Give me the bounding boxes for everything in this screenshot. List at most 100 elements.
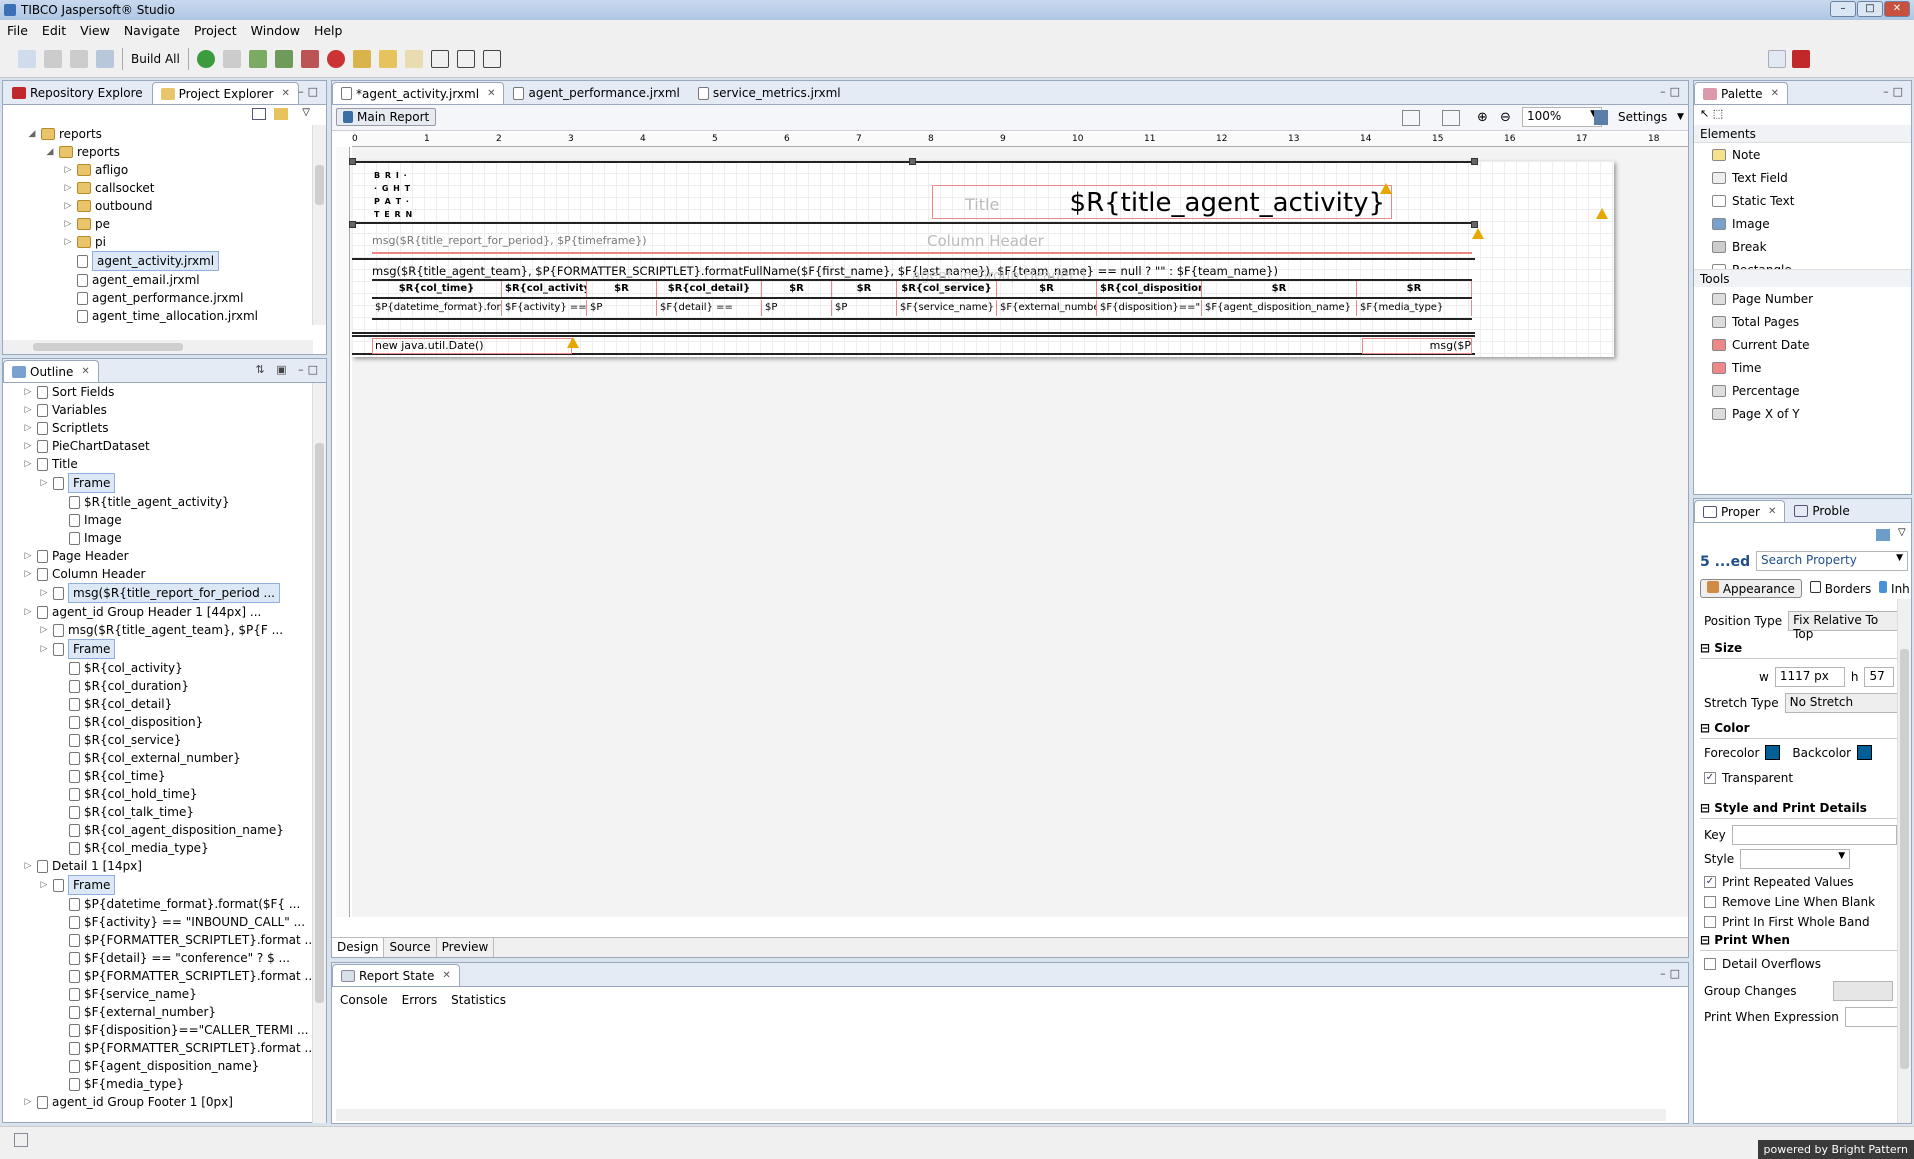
expand-icon[interactable]: ▷ [23, 383, 33, 401]
header-cell[interactable]: $R [997, 281, 1097, 297]
outline-item[interactable]: $R{col_disposition} [3, 713, 326, 731]
palette-item[interactable]: Time [1694, 356, 1911, 379]
close-icon[interactable]: ✕ [282, 88, 290, 99]
tab-service-metrics[interactable]: service_metrics.jrxml [689, 82, 850, 104]
save-icon[interactable] [44, 49, 62, 68]
palette-item[interactable]: Current Date [1694, 333, 1911, 356]
tab-agent-activity[interactable]: *agent_activity.jrxml ✕ [332, 82, 505, 104]
tab-agent-performance[interactable]: agent_performance.jrxml [504, 82, 688, 104]
wizard-icon[interactable] [300, 49, 319, 68]
link-editor-icon[interactable] [274, 108, 288, 120]
palette-item[interactable]: Text Field [1694, 166, 1911, 189]
explorer-item[interactable]: agent_email.jrxml [3, 271, 326, 289]
selection-handle[interactable] [349, 158, 356, 165]
outline-scrollbar[interactable] [312, 383, 326, 1123]
expand-icon[interactable]: ▷ [39, 474, 49, 492]
menu-help[interactable]: Help [307, 23, 350, 38]
detail-cell[interactable]: $P [587, 300, 657, 316]
backcolor-swatch[interactable] [1857, 745, 1873, 760]
design-canvas[interactable]: B R I · · G H TP A T · T E R N Title $R{ti… [349, 147, 1688, 917]
palette-item[interactable]: Rectangle [1694, 258, 1911, 269]
expand-icon[interactable]: ▷ [39, 621, 49, 639]
expand-icon[interactable]: ▷ [23, 437, 33, 455]
tools-section-header[interactable]: Tools [1694, 269, 1911, 287]
selection-handle[interactable] [349, 221, 356, 228]
detail-cell[interactable]: $F{agent_disposition_name} [1202, 300, 1357, 316]
width-input[interactable]: 1117 px [1774, 667, 1845, 687]
new-icon[interactable] [18, 49, 36, 68]
minimize-button[interactable]: – [1830, 1, 1856, 17]
selection-handle[interactable] [909, 158, 916, 165]
outline-item[interactable]: ▷ Scriptlets [3, 419, 326, 437]
outline-item[interactable]: ▷ msg($R{title_report_for_period ... [3, 583, 326, 603]
detail-cell[interactable]: $F{activity} == [502, 300, 587, 316]
outline-item[interactable]: ▷ agent_id Group Footer 1 [0px] [3, 1093, 326, 1111]
expand-icon[interactable]: ▷ [23, 603, 33, 621]
report-state-scrollbar[interactable] [336, 1109, 1666, 1121]
properties-scrollbar[interactable] [1897, 599, 1911, 1123]
palette-item[interactable]: Image [1694, 212, 1911, 235]
outline-item[interactable]: $P{datetime_format}.format($F{ ... [3, 895, 326, 913]
outline-item[interactable]: ▷ Page Header [3, 547, 326, 565]
outline-item[interactable]: $R{col_time} [3, 767, 326, 785]
tab-palette[interactable]: Palette ✕ [1694, 82, 1788, 104]
explorer-item[interactable]: ▷ callsocket [3, 179, 326, 197]
outline-item[interactable]: ▷ Frame [3, 875, 326, 895]
close-icon[interactable]: ✕ [442, 970, 450, 981]
print-when-section[interactable]: ⊟ Print When [1700, 933, 1900, 951]
page-footer-band[interactable]: new java.util.Date() msg($P [352, 335, 1475, 355]
expand-icon[interactable]: ▷ [23, 857, 33, 875]
color-section[interactable]: ⊟ Color [1700, 721, 1900, 739]
tools-icon[interactable] [352, 49, 371, 68]
menu-project[interactable]: Project [187, 23, 244, 38]
detail-cell[interactable]: $P{datetime_format}.format [372, 300, 502, 316]
export-icon[interactable] [248, 49, 267, 68]
build-all-button[interactable]: Build All [131, 52, 180, 66]
outline-item[interactable]: $P{FORMATTER_SCRIPTLET}.format ... [3, 967, 326, 985]
header-cell[interactable]: $R [832, 281, 897, 297]
outline-item[interactable]: $P{FORMATTER_SCRIPTLET}.format ... [3, 1039, 326, 1057]
tab-repository-explorer[interactable]: Repository Explore [3, 82, 152, 104]
outline-item[interactable]: ▷ agent_id Group Header 1 [44px] ... [3, 603, 326, 621]
column-header-frame[interactable]: $R{col_time}$R{col_activity}$R$R{col_det… [372, 279, 1472, 299]
expand-icon[interactable]: ▷ [39, 584, 49, 602]
minimize-maximize-icon[interactable]: –□ [298, 85, 322, 98]
detail-overflows-checkbox[interactable]: Detail Overflows [1704, 957, 1821, 971]
forward-icon[interactable] [404, 49, 423, 68]
outline-item[interactable]: Image [3, 529, 326, 547]
close-icon[interactable]: ✕ [1768, 506, 1776, 517]
report-period-field[interactable]: msg($R{title_report_for_period}, $P{time… [372, 228, 1472, 254]
panel-minmax[interactable]: –□ [1660, 967, 1684, 980]
run-icon[interactable] [196, 49, 215, 68]
explorer-scrollbar[interactable] [312, 125, 326, 325]
menu-view[interactable]: View [73, 23, 117, 38]
fast-view-icon[interactable] [14, 1133, 28, 1147]
explorer-item[interactable]: agent_performance.jrxml [3, 289, 326, 307]
jaspersoft-perspective-icon[interactable] [1792, 49, 1810, 68]
settings-dropdown-icon[interactable]: ▼ [1677, 112, 1684, 122]
outline-item[interactable]: $F{activity} == "INBOUND_CALL" ... [3, 913, 326, 931]
expand-icon[interactable]: ◢ [27, 125, 37, 143]
title-band[interactable]: B R I · · G H TP A T · T E R N Title $R{ti… [352, 161, 1475, 224]
menu-edit[interactable]: Edit [35, 23, 73, 38]
report-page[interactable]: B R I · · G H TP A T · T E R N Title $R{ti… [349, 158, 1614, 357]
tab-borders[interactable]: Borders [1809, 581, 1871, 596]
outline-item[interactable]: $R{col_duration} [3, 677, 326, 695]
outline-item[interactable]: ▷ Title [3, 455, 326, 473]
zoom-in-icon[interactable]: ⊕ [1477, 110, 1488, 125]
outline-item[interactable]: $R{col_media_type} [3, 839, 326, 857]
outline-item[interactable]: ▷ Detail 1 [14px] [3, 857, 326, 875]
expand-icon[interactable]: ◢ [45, 143, 55, 161]
explorer-hscrollbar[interactable] [3, 340, 313, 354]
view-menu-icon[interactable]: ▽ [1898, 527, 1906, 538]
expand-icon[interactable]: ▷ [63, 197, 73, 215]
height-input[interactable]: 57 [1864, 667, 1895, 687]
outline-item[interactable]: $F{external_number} [3, 1003, 326, 1021]
grid-icon[interactable] [1442, 110, 1460, 126]
header-cell[interactable]: $R{col_disposition} [1097, 281, 1202, 297]
align-icon[interactable] [430, 49, 449, 68]
tab-outline[interactable]: Outline ✕ [3, 360, 99, 382]
detail-cell[interactable]: $F{disposition}==" [1097, 300, 1202, 316]
distribute-icon[interactable] [456, 49, 475, 68]
palette-item[interactable]: Static Text [1694, 189, 1911, 212]
